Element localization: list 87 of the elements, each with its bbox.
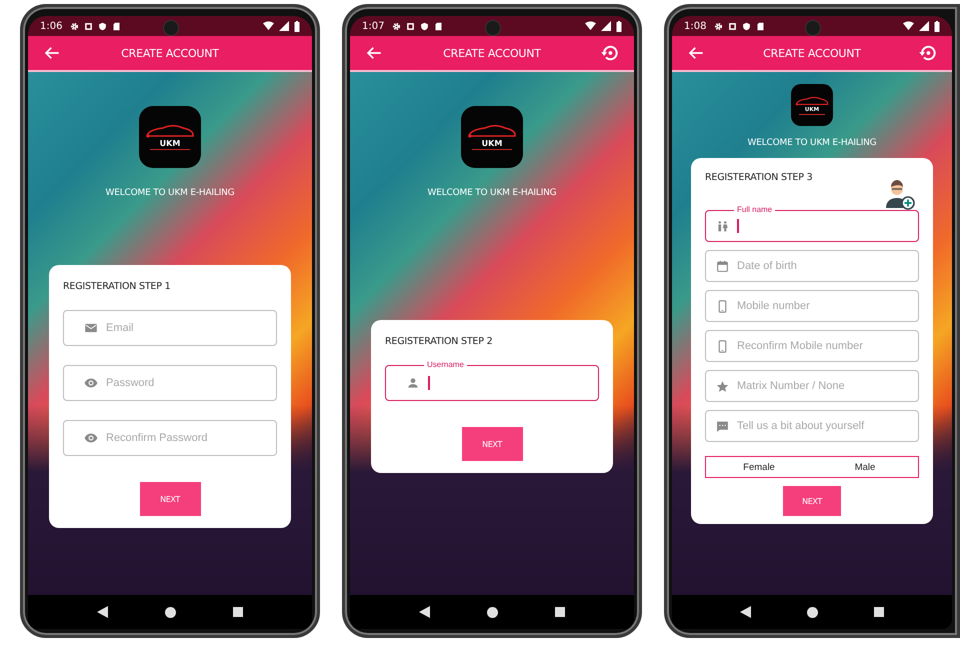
- home-circle-icon[interactable]: [486, 606, 498, 618]
- logo-underline: [150, 149, 190, 150]
- car-icon: [467, 124, 517, 138]
- camera-icon: [805, 20, 821, 36]
- recents-square-icon[interactable]: [555, 607, 566, 617]
- wifi-icon: [263, 21, 274, 31]
- input-field[interactable]: Tell us a bit about yourself: [705, 410, 919, 442]
- screen-title: CREATE ACCOUNT: [442, 46, 542, 60]
- text-cursor: [737, 219, 738, 233]
- shield-icon: [420, 22, 430, 30]
- battery-icon: [616, 20, 622, 32]
- shield-icon: [742, 22, 752, 30]
- next-button[interactable]: NEXT: [462, 427, 522, 461]
- add-profile-icon[interactable]: [883, 178, 915, 210]
- input-field[interactable]: Matrix Number / None: [705, 370, 919, 402]
- phone-icon: [716, 300, 729, 312]
- battery-icon: [294, 20, 300, 32]
- envelope-icon: [84, 321, 98, 335]
- screen-title: CREATE ACCOUNT: [762, 46, 862, 60]
- people-icon: [716, 220, 729, 232]
- back-triangle-icon[interactable]: [740, 606, 751, 618]
- eye-icon: [84, 431, 98, 445]
- sd-card-icon: [112, 22, 122, 30]
- gear-icon: [70, 22, 80, 30]
- status-time: 1:06: [40, 20, 62, 32]
- welcome-heading: WELCOME TO UKM E-HAILING: [748, 138, 876, 148]
- placeholder-text: Tell us a bit about yourself: [737, 420, 864, 432]
- status-time: 1:08: [684, 20, 706, 32]
- input-field[interactable]: Password: [63, 365, 277, 401]
- car-icon: [795, 96, 829, 106]
- reset-icon[interactable]: [600, 43, 620, 63]
- placeholder-text: Email: [106, 322, 134, 334]
- gear-icon: [714, 22, 724, 30]
- signal-icon: [279, 21, 289, 31]
- recents-square-icon[interactable]: [233, 607, 244, 617]
- status-time: 1:07: [362, 20, 384, 32]
- logo-underline: [472, 149, 512, 150]
- eye-icon: [84, 376, 98, 390]
- battery-icon: [934, 20, 940, 32]
- logo-text: UKM: [160, 139, 180, 148]
- placeholder-text: Date of birth: [737, 260, 797, 272]
- next-button[interactable]: NEXT: [783, 486, 841, 516]
- picture-icon: [406, 22, 416, 30]
- placeholder-text: Password: [106, 377, 154, 389]
- welcome-heading: WELCOME TO UKM E-HAILING: [428, 188, 556, 198]
- home-circle-icon[interactable]: [807, 606, 818, 618]
- back-triangle-icon[interactable]: [418, 606, 430, 618]
- phone-icon: [716, 340, 729, 352]
- logo-text: UKM: [482, 139, 502, 148]
- car-icon: [145, 124, 195, 138]
- input-field[interactable]: Reconfirm Mobile number: [705, 330, 919, 362]
- input-field[interactable]: Date of birth: [705, 250, 919, 282]
- wifi-icon: [585, 21, 596, 31]
- input-field[interactable]: Email: [63, 310, 277, 346]
- floating-label: Full name: [734, 205, 776, 215]
- gear-icon: [392, 22, 402, 30]
- signal-icon: [919, 21, 929, 31]
- sd-card-icon: [756, 22, 766, 30]
- calendar-icon: [716, 260, 729, 272]
- screen-title: CREATE ACCOUNT: [120, 46, 220, 60]
- person-icon: [406, 376, 420, 390]
- text-cursor: [428, 376, 430, 390]
- step-title: REGISTERATION STEP 3: [705, 172, 812, 183]
- floating-label: Username: [424, 360, 467, 370]
- shield-icon: [98, 22, 108, 30]
- next-button[interactable]: NEXT: [140, 482, 200, 516]
- placeholder-text: Mobile number: [737, 300, 810, 312]
- placeholder-text: Reconfirm Password: [106, 432, 208, 444]
- camera-icon: [163, 20, 179, 36]
- picture-icon: [84, 22, 94, 30]
- reset-icon[interactable]: [918, 43, 938, 63]
- step-title: REGISTERATION STEP 1: [63, 281, 170, 292]
- message-icon: [716, 420, 729, 432]
- step-title: REGISTERATION STEP 2: [385, 336, 492, 347]
- back-triangle-icon[interactable]: [96, 606, 108, 618]
- input-field[interactable]: Reconfirm Password: [63, 420, 277, 456]
- sd-card-icon: [434, 22, 444, 30]
- wifi-icon: [903, 21, 914, 31]
- picture-icon: [728, 22, 738, 30]
- placeholder-text: Reconfirm Mobile number: [737, 340, 863, 352]
- camera-icon: [485, 20, 501, 36]
- home-circle-icon[interactable]: [164, 606, 176, 618]
- welcome-heading: WELCOME TO UKM E-HAILING: [106, 188, 234, 198]
- input-field[interactable]: Mobile number: [705, 290, 919, 322]
- signal-icon: [601, 21, 611, 31]
- star-icon: [716, 380, 729, 392]
- placeholder-text: Matrix Number / None: [737, 380, 845, 392]
